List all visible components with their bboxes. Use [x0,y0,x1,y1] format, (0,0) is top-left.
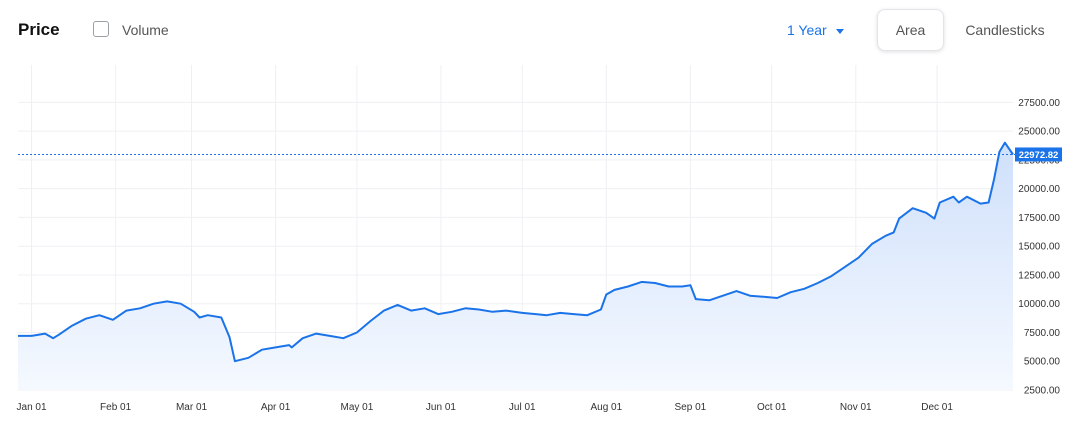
y-tick-label: 2500.00 [1024,386,1061,397]
y-tick-label: 5000.00 [1024,357,1061,368]
y-tick-label: 10000.00 [1018,299,1060,310]
x-tick-label: Dec 01 [921,402,953,413]
x-tick-label: Feb 01 [100,402,132,413]
y-tick-label: 17500.00 [1018,213,1060,224]
current-price-label: 22972.82 [1019,150,1059,161]
price-area-fill [18,142,1013,390]
x-tick-label: Nov 01 [840,402,872,413]
y-axis-labels: 2500.00 5000.00 7500.00 10000.00 12500.00 150… [1018,98,1060,397]
y-tick-label: 25000.00 [1018,127,1060,138]
x-tick-label: Sep 01 [675,402,707,413]
x-tick-label: Jul 01 [509,402,536,413]
y-tick-label: 27500.00 [1018,98,1060,109]
y-tick-label: 20000.00 [1018,184,1060,195]
x-axis-labels: Jan 01 Feb 01 Mar 01 Apr 01 May 01 Jun 01 Jul … [17,402,954,413]
x-tick-label: Jun 01 [426,402,456,413]
x-tick-label: Oct 01 [757,402,787,413]
x-tick-label: May 01 [340,402,373,413]
price-chart: 2500.00 5000.00 7500.00 10000.00 12500.00 150… [17,65,1062,413]
y-tick-label: 12500.00 [1018,270,1060,281]
current-price-badge: 22972.82 [1015,147,1062,162]
x-tick-label: Jan 01 [17,402,47,413]
y-tick-label: 7500.00 [1024,328,1061,339]
x-tick-label: Aug 01 [590,402,622,413]
x-tick-label: Apr 01 [261,402,291,413]
y-tick-label: 15000.00 [1018,242,1060,253]
x-tick-label: Mar 01 [176,402,208,413]
